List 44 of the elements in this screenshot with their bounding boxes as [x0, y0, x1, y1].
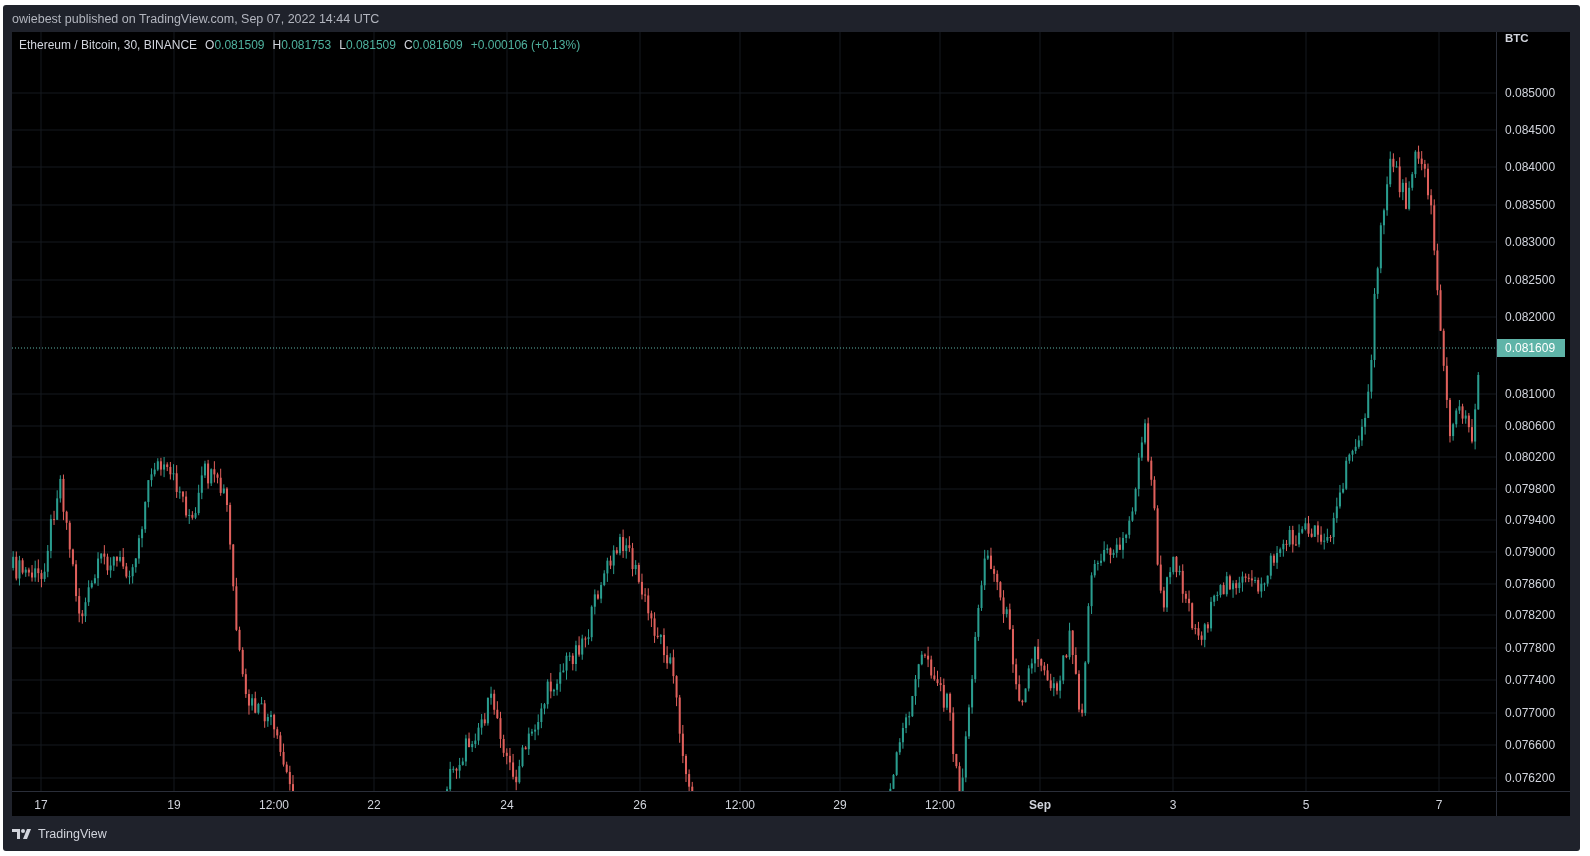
price-change: +0.000106 (+0.13%) [470, 38, 581, 52]
last-price-badge: 0.081609 [1497, 339, 1565, 357]
price-label: 0.084500 [1505, 123, 1556, 137]
price-label: 0.082000 [1505, 310, 1556, 324]
currency-label: BTC [1505, 32, 1529, 44]
time-label: Sep [1029, 798, 1051, 812]
price-label: 0.084000 [1505, 160, 1556, 174]
price-label: 0.076200 [1505, 771, 1556, 785]
price-label: 0.077800 [1505, 641, 1556, 655]
price-label: 0.080600 [1505, 419, 1556, 433]
price-label: 0.081000 [1505, 387, 1556, 401]
price-label: 0.079800 [1505, 482, 1556, 496]
price-label: 0.078200 [1505, 608, 1556, 622]
time-label: 24 [500, 798, 514, 812]
ohlc-value: L0.081509 [339, 38, 396, 52]
symbol-title: Ethereum / Bitcoin, 30, BINANCE [19, 38, 198, 52]
ohlc-value: C0.081609 [403, 38, 463, 52]
price-label: 0.076600 [1505, 738, 1556, 752]
price-label: 0.082500 [1505, 273, 1556, 287]
price-label: 0.077000 [1505, 706, 1556, 720]
time-label: 12:00 [925, 798, 955, 812]
time-label: 17 [34, 798, 48, 812]
brand-name: TradingView [38, 826, 107, 841]
logo-icon [12, 828, 34, 839]
price-label: 0.079400 [1505, 513, 1556, 527]
time-label: 3 [1169, 798, 1177, 812]
time-label: 12:00 [725, 798, 755, 812]
time-label: 7 [1435, 798, 1443, 812]
price-label: 0.078600 [1505, 577, 1556, 591]
price-label: 0.080200 [1505, 450, 1556, 464]
time-label: 19 [167, 798, 181, 812]
time-label: 12:00 [259, 798, 289, 812]
price-label: 0.083500 [1505, 198, 1556, 212]
time-label: 26 [633, 798, 647, 812]
attribution-text: owiebest published on TradingView.com, Sep 07, 2022 14:44 UTC [12, 11, 380, 26]
price-label: 0.077400 [1505, 673, 1556, 687]
ohlc-value: H0.081753 [272, 38, 332, 52]
price-label: 0.085000 [1505, 86, 1556, 100]
time-label: 5 [1302, 798, 1310, 812]
ohlc-value: O0.081509 [205, 38, 265, 52]
time-label: 29 [833, 798, 847, 812]
price-label: 0.079000 [1505, 545, 1556, 559]
price-label: 0.083000 [1505, 235, 1556, 249]
time-label: 22 [367, 798, 381, 812]
